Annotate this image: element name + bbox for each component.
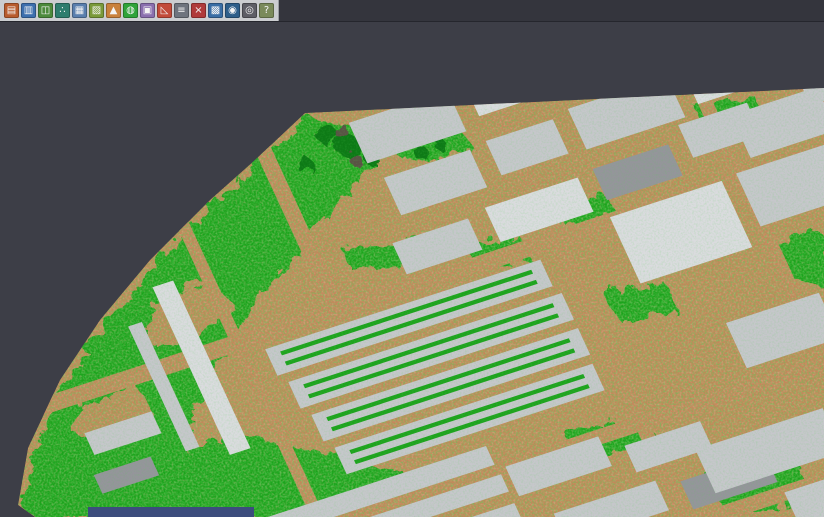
classification-icon[interactable]: ◍	[123, 3, 138, 18]
help-icon[interactable]: ?	[259, 3, 274, 18]
dem-icon[interactable]: ▲	[106, 3, 121, 18]
background-window-edge	[88, 507, 254, 517]
import-cloud-icon[interactable]: ◫	[38, 3, 53, 18]
top-bar: ▤▥◫∴▦▨▲◍▣◺≡×▩◉◎?	[0, 0, 824, 22]
grid-icon[interactable]: ▩	[208, 3, 223, 18]
point-cloud-icon[interactable]: ∴	[55, 3, 70, 18]
globe-icon[interactable]: ◉	[225, 3, 240, 18]
measure-icon[interactable]: ◺	[157, 3, 172, 18]
main-toolbar: ▤▥◫∴▦▨▲◍▣◺≡×▩◉◎?	[0, 0, 279, 21]
settings-icon[interactable]: ≡	[174, 3, 189, 18]
app-window: ▤▥◫∴▦▨▲◍▣◺≡×▩◉◎?	[0, 0, 824, 517]
ortho-icon[interactable]: ▣	[140, 3, 155, 18]
viewport-3d[interactable]	[0, 0, 824, 517]
save-icon[interactable]: ▥	[21, 3, 36, 18]
mesh-icon[interactable]: ▦	[72, 3, 87, 18]
capture-icon[interactable]: ◎	[242, 3, 257, 18]
delete-icon[interactable]: ×	[191, 3, 206, 18]
open-project-icon[interactable]: ▤	[4, 3, 19, 18]
texture-icon[interactable]: ▨	[89, 3, 104, 18]
